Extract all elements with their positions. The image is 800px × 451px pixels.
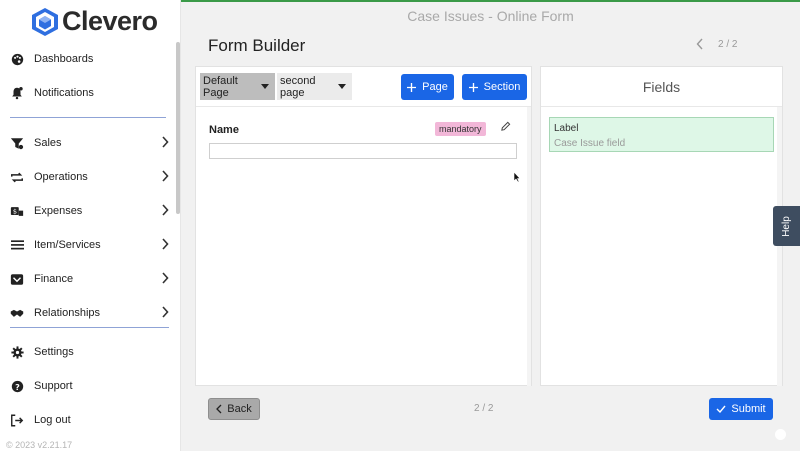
version-text: © 2023 v2.21.17 [6, 440, 73, 450]
palette-icon [10, 52, 24, 66]
page-title: Form Builder [208, 36, 306, 55]
chevron-right-icon [162, 204, 169, 216]
sidebar-item-label: Item/Services [34, 239, 101, 251]
sidebar-item-item-services[interactable]: Item/Services [10, 233, 175, 257]
sidebar-item-logout[interactable]: Log out [10, 408, 175, 432]
sidebar: Clevero Dashboards Notifications Sales O… [0, 0, 181, 451]
sidebar-item-label: Notifications [34, 87, 94, 99]
submit-button[interactable]: Submit [709, 398, 773, 420]
chevron-right-icon [162, 272, 169, 284]
plus-icon [468, 82, 478, 92]
money-icon: $ [10, 204, 24, 218]
add-section-button[interactable]: Section [462, 74, 527, 100]
builder-toolbar: Default Page second page Page Section [196, 67, 531, 107]
sidebar-item-label: Operations [34, 171, 88, 183]
svg-text:?: ? [15, 381, 20, 391]
caret-down-icon [338, 84, 346, 89]
question-icon: ? [10, 379, 24, 393]
sidebar-item-label: Sales [34, 137, 62, 149]
brand-name: Clevero [62, 6, 158, 36]
inbox-icon [10, 272, 24, 286]
sidebar-scrollbar[interactable] [176, 42, 180, 214]
page-tab-label: second page [280, 74, 316, 99]
sidebar-item-settings[interactable]: Settings [10, 340, 175, 364]
sidebar-item-sales[interactable]: Sales [10, 131, 175, 155]
field-label-name: Name [209, 124, 239, 136]
caret-down-icon [261, 84, 269, 89]
brand-logo[interactable]: Clevero [31, 6, 158, 37]
sidebar-item-label: Expenses [34, 205, 83, 217]
sidebar-item-expenses[interactable]: $ Expenses [10, 199, 175, 223]
logout-icon [10, 413, 24, 427]
submit-label: Submit [731, 403, 766, 415]
back-button[interactable]: Back [208, 398, 260, 420]
page-tab-second[interactable]: second page [277, 73, 352, 100]
sidebar-item-label: Finance [34, 273, 74, 285]
sidebar-item-label: Log out [34, 414, 71, 426]
chevron-right-icon [162, 306, 169, 318]
add-page-button[interactable]: Page [401, 74, 454, 100]
top-pager: 2 / 2 [696, 38, 737, 50]
sidebar-item-label: Support [34, 380, 73, 392]
plus-icon [407, 82, 417, 92]
chat-bubble[interactable] [775, 429, 786, 440]
fields-panel: Fields Label Case Issue field [540, 66, 783, 386]
cube-logo-icon [32, 7, 58, 36]
svg-text:$: $ [13, 207, 17, 215]
sidebar-item-operations[interactable]: Operations [10, 165, 175, 189]
mandatory-badge: mandatory [435, 122, 486, 136]
chevron-left-icon [216, 404, 222, 414]
page-tab-default[interactable]: Default Page [200, 73, 275, 100]
sidebar-item-label: Settings [34, 346, 74, 358]
builder-scrollbar[interactable] [527, 107, 531, 386]
bell-icon [10, 86, 24, 100]
field-card-label[interactable]: Label Case Issue field [549, 117, 774, 152]
chevron-right-icon [162, 170, 169, 182]
repeat-icon [10, 170, 24, 184]
add-section-label: Section [483, 81, 521, 93]
funnel-icon [10, 136, 24, 150]
chevron-right-icon [162, 238, 169, 250]
mouse-cursor-icon [513, 171, 521, 183]
check-icon [716, 405, 726, 413]
fields-scrollbar[interactable] [777, 107, 782, 386]
pager-text: 2 / 2 [718, 38, 738, 50]
sidebar-divider [10, 327, 169, 328]
sidebar-item-notifications[interactable]: Notifications [10, 81, 175, 105]
field-card-title: Label [554, 123, 579, 134]
sidebar-divider [10, 117, 166, 118]
list-icon [10, 238, 24, 252]
name-field-input[interactable] [209, 143, 517, 159]
sidebar-item-label: Relationships [34, 307, 101, 319]
chevron-right-icon [162, 136, 169, 148]
form-builder-panel: Default Page second page Page Section Na… [195, 66, 532, 386]
gear-icon [10, 345, 24, 359]
handshake-icon [10, 306, 24, 320]
sidebar-item-label: Dashboards [34, 53, 94, 65]
help-tab[interactable]: Help [773, 206, 800, 246]
bottom-pager: 2 / 2 [474, 403, 494, 414]
sidebar-item-relationships[interactable]: Relationships [10, 301, 175, 325]
field-card-hint: Case Issue field [554, 138, 626, 149]
fields-title: Fields [541, 67, 782, 107]
app-title: Case Issues - Online Form [407, 8, 574, 24]
progress-line [181, 0, 800, 2]
page-tab-label: Default Page [203, 74, 238, 99]
back-label: Back [227, 403, 252, 415]
help-label: Help [780, 215, 792, 237]
add-page-label: Page [422, 81, 448, 93]
sidebar-item-finance[interactable]: Finance [10, 267, 175, 291]
pencil-icon[interactable] [500, 121, 511, 132]
sidebar-item-dashboards[interactable]: Dashboards [10, 47, 175, 71]
chevron-left-icon[interactable] [696, 38, 704, 50]
sidebar-item-support[interactable]: ? Support [10, 374, 175, 398]
